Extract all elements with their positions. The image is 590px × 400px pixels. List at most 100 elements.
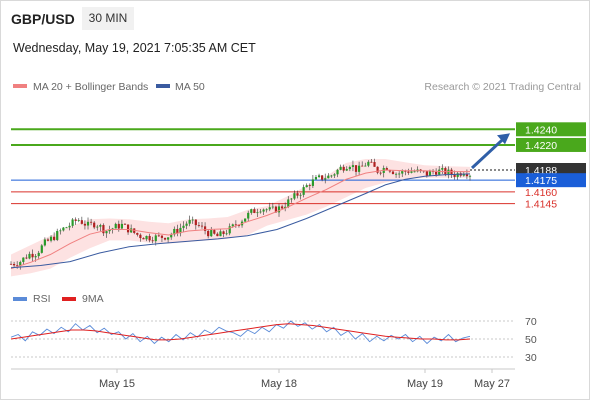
candle-body	[96, 226, 99, 228]
candle-body	[89, 221, 93, 223]
candle-body	[358, 165, 361, 172]
candle-body	[210, 230, 213, 237]
candle-body	[225, 233, 228, 235]
candle-body	[247, 212, 250, 219]
candle-body	[126, 224, 130, 233]
candle-body	[207, 230, 210, 237]
x-tick-label-0: May 15	[99, 378, 135, 390]
candle-body	[71, 219, 74, 226]
candle-body	[163, 237, 167, 240]
x-axis: May 15 May 18 May 19 May 27	[99, 369, 510, 390]
candle-body	[268, 207, 271, 210]
candle-body	[253, 209, 256, 213]
candle-body	[120, 223, 123, 229]
rsi-line	[10, 320, 471, 345]
candle-body	[324, 178, 327, 180]
candle-body	[321, 175, 324, 180]
candle-body	[34, 256, 37, 258]
candle-body	[56, 230, 59, 240]
candle-body	[468, 175, 472, 177]
candle-body	[176, 228, 179, 234]
candle-body	[37, 252, 40, 257]
candle-body	[299, 194, 302, 196]
candle-body	[287, 199, 290, 207]
candle-body	[271, 206, 274, 208]
price-chart: MA 20 + Bollinger Bands MA 50 Research ©…	[9, 81, 586, 390]
candle-body	[145, 235, 148, 240]
candle-body	[160, 235, 164, 238]
price-label-1.4175: 1.4175	[525, 175, 557, 187]
candle-body	[290, 198, 293, 200]
candle-body	[330, 175, 333, 177]
candle-body	[370, 161, 373, 163]
candle-body	[250, 209, 253, 213]
candle-body	[327, 175, 330, 179]
candle-body	[345, 169, 348, 171]
candle-body	[231, 224, 234, 227]
rsi-plot: 70 50 30	[10, 316, 537, 364]
candle-body	[401, 170, 404, 174]
candle-body	[188, 219, 191, 224]
candle-body	[302, 187, 305, 195]
candle-body	[191, 219, 194, 221]
candle-body	[391, 171, 395, 174]
candle-body	[361, 165, 364, 167]
candle-body	[22, 257, 25, 262]
x-tick-label-1: May 18	[261, 378, 297, 390]
candle-body	[65, 227, 68, 229]
candle-body	[256, 212, 259, 214]
candle-body	[77, 220, 80, 221]
candle-body	[394, 173, 398, 175]
x-tick-label-2: May 19	[407, 378, 443, 390]
legend-label-rsi: RSI	[33, 293, 51, 305]
candle-body	[296, 193, 299, 196]
candle-body	[351, 165, 355, 167]
candle-body	[114, 223, 117, 229]
candle-body	[83, 223, 87, 226]
candle-body	[194, 219, 197, 226]
price-label-1.4145: 1.4145	[525, 199, 557, 211]
candle-body	[53, 236, 56, 240]
candle-body	[62, 227, 65, 231]
candle-body	[49, 236, 53, 241]
candle-body	[280, 206, 284, 209]
candle-body	[373, 162, 376, 167]
candle-body	[12, 263, 16, 266]
rsi-tick-70: 70	[525, 316, 537, 328]
candle-body	[28, 253, 31, 259]
candle-body	[46, 239, 50, 241]
candle-body	[123, 223, 127, 225]
candle-body	[216, 233, 219, 237]
candle-body	[342, 166, 345, 171]
candle-body	[425, 171, 428, 176]
legend-label-9ma: 9MA	[82, 293, 104, 305]
candle-body	[441, 168, 444, 170]
candle-body	[293, 193, 296, 199]
x-tick-label-3: May 27	[474, 378, 510, 390]
candle-body	[410, 171, 413, 173]
candle-body	[117, 223, 120, 229]
candle-body	[317, 175, 321, 178]
legend-label-ma20: MA 20 + Bollinger Bands	[33, 81, 148, 93]
candle-body	[148, 235, 151, 241]
candle-body	[407, 171, 410, 173]
rsi-9ma-line	[10, 323, 471, 341]
price-plot: 1.42401.42201.41881.41751.41601.4145	[9, 122, 586, 277]
candle-body	[142, 238, 145, 240]
candle-body	[200, 225, 204, 227]
candle-body	[105, 231, 108, 234]
candle-body	[93, 222, 96, 228]
candle-body	[154, 235, 157, 242]
candle-body	[308, 185, 311, 186]
candle-body	[80, 220, 83, 224]
candle-body	[59, 230, 62, 232]
legend-swatch-rsi	[13, 297, 27, 301]
candle-body	[222, 231, 225, 234]
credit-label: Research © 2021 Trading Central	[424, 81, 581, 93]
candle-body	[31, 253, 34, 258]
price-label-1.4220: 1.4220	[525, 140, 557, 152]
candle-body	[102, 225, 105, 234]
rsi-tick-50: 50	[525, 334, 537, 346]
price-label-1.4240: 1.4240	[525, 124, 557, 136]
candle-body	[86, 221, 90, 226]
